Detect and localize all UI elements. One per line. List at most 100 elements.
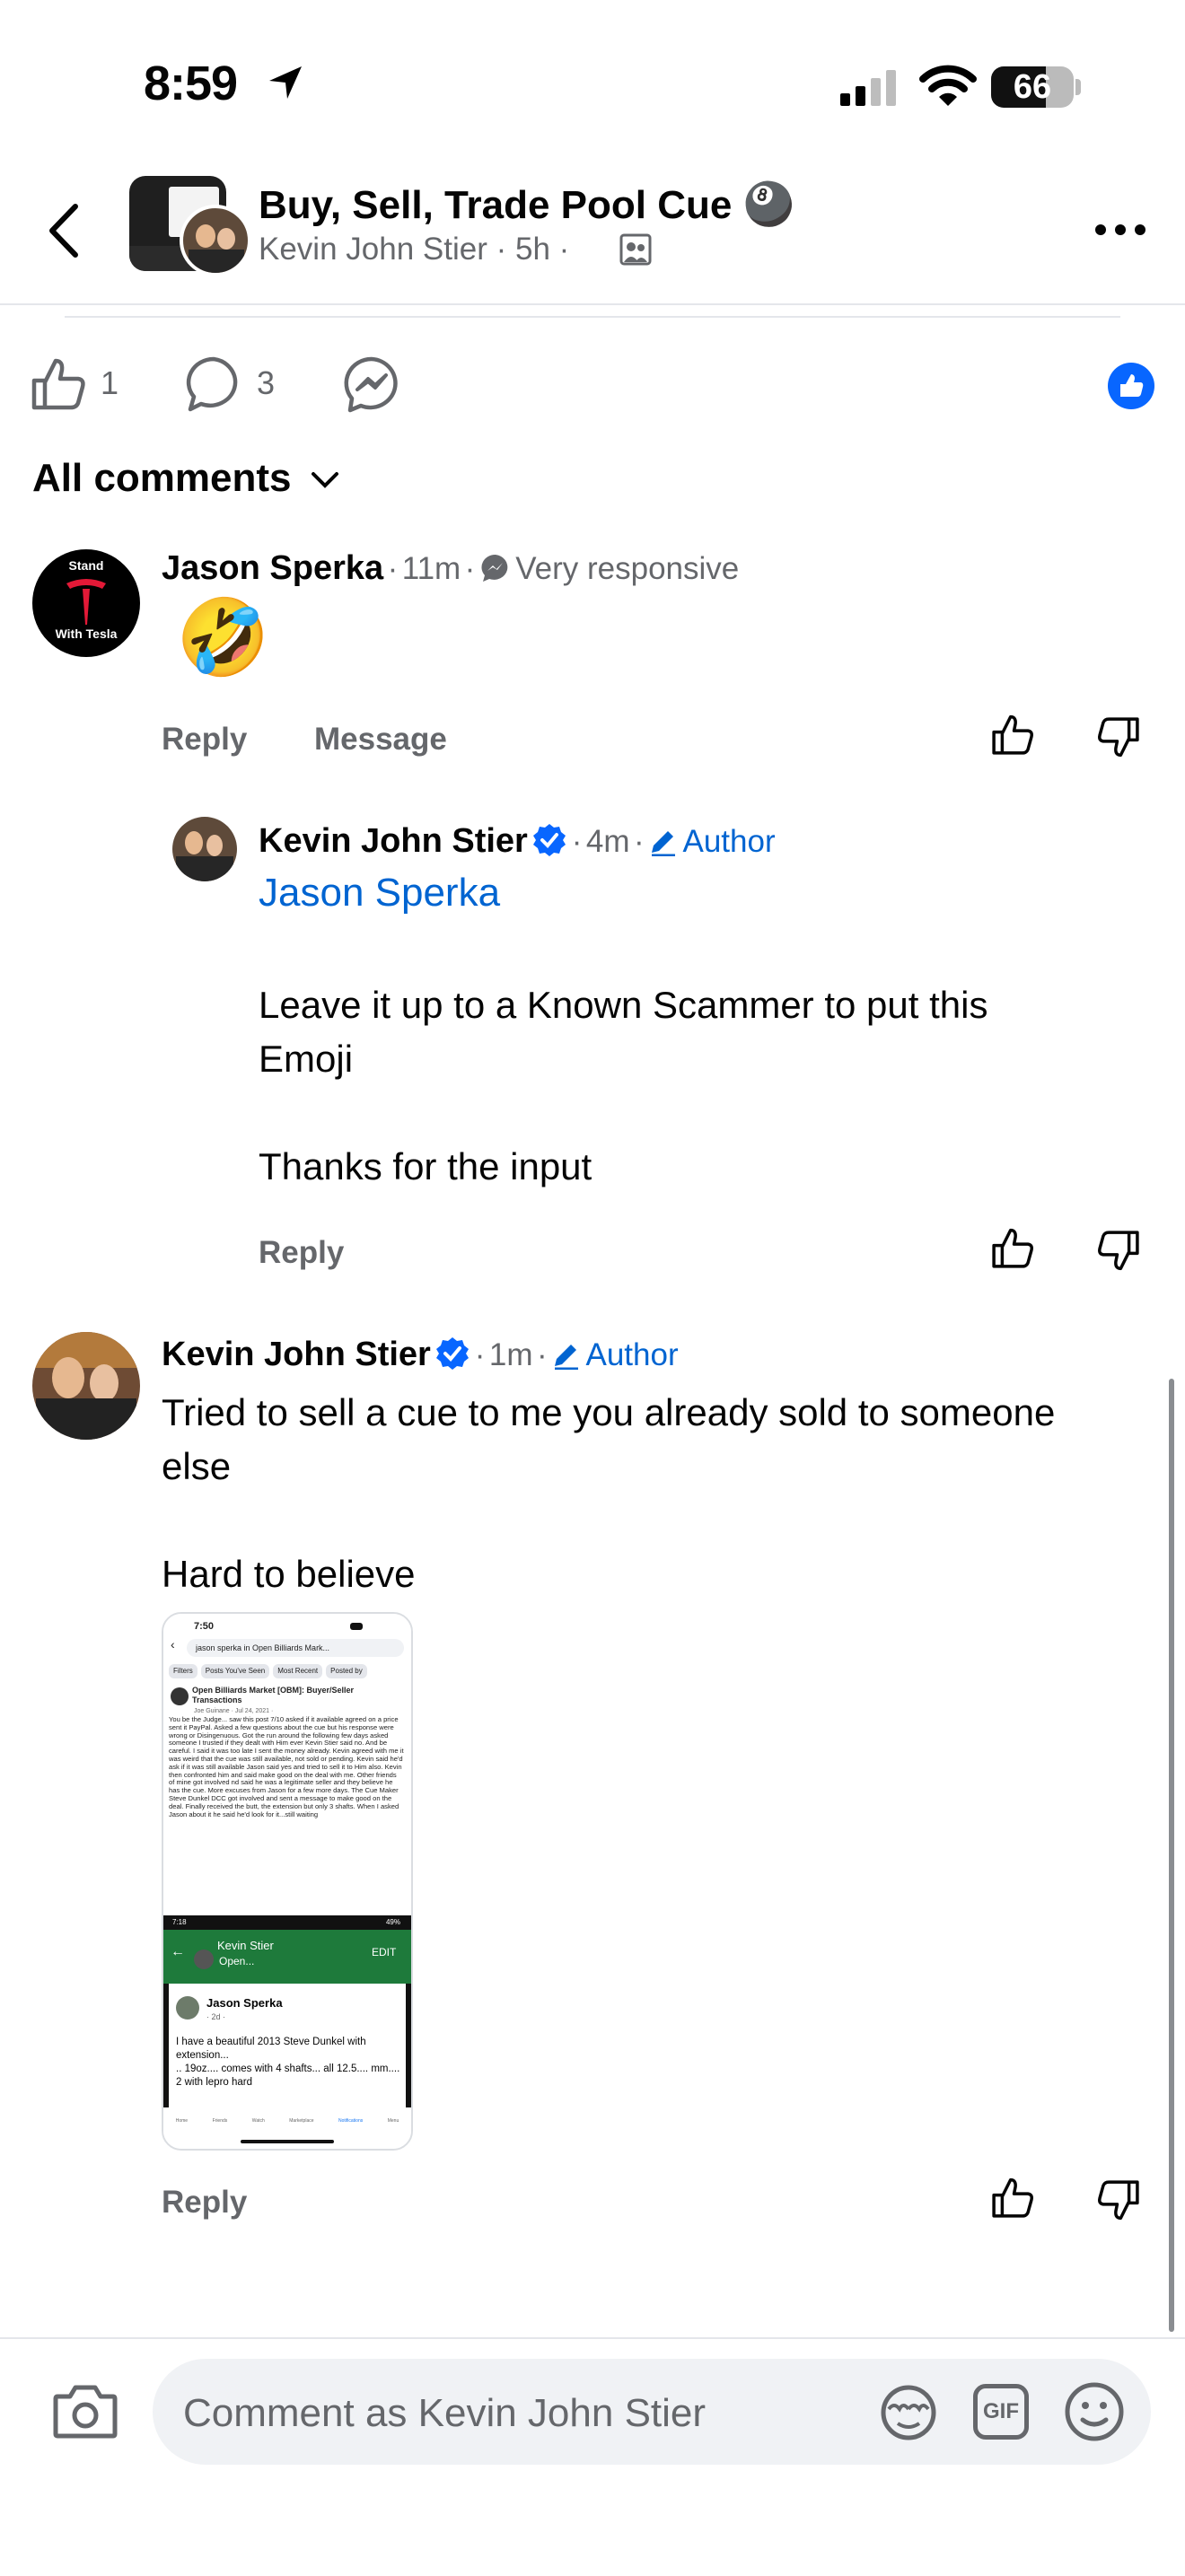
like-reaction-icon xyxy=(1120,374,1144,397)
thumb-inner-avatar xyxy=(194,1950,214,1969)
post-divider xyxy=(65,316,1120,318)
thumb-back-icon: ‹ xyxy=(171,1637,175,1652)
pencil-icon xyxy=(652,831,676,857)
battery-indicator: 66 xyxy=(991,66,1074,108)
like-reaction-badge[interactable] xyxy=(1108,363,1154,409)
thumb-inner-poster-avatar xyxy=(176,1996,199,2020)
more-options-icon[interactable] xyxy=(1093,219,1147,241)
mention-link[interactable]: Jason Sperka xyxy=(259,871,500,916)
thumb-chips: Filters Posts You've Seen Most Recent Po… xyxy=(169,1664,411,1678)
group-title[interactable]: Buy, Sell, Trade Pool Cue 🎱 xyxy=(259,180,794,229)
comment-like-icon[interactable] xyxy=(991,713,1034,756)
separator: · xyxy=(496,232,507,267)
post-author[interactable]: Kevin John Stier xyxy=(259,232,487,267)
laughing-emoji: 🤣 xyxy=(176,595,270,679)
wifi-icon xyxy=(919,65,977,106)
separator: · xyxy=(464,551,476,586)
reply-time: 4m xyxy=(585,824,630,859)
cellular-signal-icon xyxy=(840,70,896,106)
verified-badge-icon xyxy=(533,824,566,856)
pool-ball-icon: 🎱 xyxy=(742,180,794,227)
avatar-sticker-icon[interactable] xyxy=(876,2382,941,2441)
screenshot-attachment[interactable]: 7:50 ‹ jason sperka in Open Billiards Ma… xyxy=(162,1612,413,2151)
reply-button[interactable]: Reply xyxy=(162,2185,247,2221)
location-arrow-icon xyxy=(269,66,302,99)
post-age: 5h xyxy=(515,232,550,267)
reply-header: Kevin John Stier · 4m · Author xyxy=(259,822,776,861)
camera-icon[interactable] xyxy=(52,2382,118,2440)
jason-sperka-avatar[interactable]: Stand With Tesla xyxy=(32,549,140,657)
all-comments-label: All comments xyxy=(32,456,292,500)
battery-level: 66 xyxy=(1013,68,1052,106)
author-label: Author xyxy=(585,1337,679,1372)
thumb-inner-sub: Open... xyxy=(219,1955,255,1967)
separator: · xyxy=(571,824,583,859)
group-title-text: Buy, Sell, Trade Pool Cue xyxy=(259,183,733,227)
thumb-group-name: Open Billiards Market [OBM]: Buyer/Selle… xyxy=(192,1686,355,1704)
comment-dislike-icon[interactable] xyxy=(1097,1230,1140,1273)
comment-header: Jason Sperka · 11m · Very responsive xyxy=(162,549,739,588)
author-label: Author xyxy=(682,824,776,859)
like-icon[interactable] xyxy=(31,355,86,411)
messenger-badge-icon xyxy=(481,554,508,582)
comment-placeholder: Comment as Kevin John Stier xyxy=(183,2391,707,2435)
comment-text: Tried to sell a cue to me you already so… xyxy=(162,1391,1056,1595)
author-avatar[interactable] xyxy=(180,205,251,276)
responsive-badge: Very responsive xyxy=(515,551,740,586)
comment-dislike-icon[interactable] xyxy=(1097,716,1140,759)
comment-time: 11m xyxy=(401,551,461,586)
scrollbar[interactable] xyxy=(1169,1379,1174,2332)
separator: · xyxy=(387,551,399,586)
commenter-name[interactable]: Kevin John Stier xyxy=(162,1336,431,1373)
thumb-poster: Joe Guinane · Jul 24, 2021 · xyxy=(194,1708,274,1714)
separator: · xyxy=(558,232,570,267)
thumb-inner-status: 7:18 49% xyxy=(163,1915,411,1930)
comment-header: Kevin John Stier · 1m · Author xyxy=(162,1336,679,1374)
comment-like-icon[interactable] xyxy=(991,2176,1034,2219)
reply-button[interactable]: Reply xyxy=(259,1235,344,1271)
message-button[interactable]: Message xyxy=(314,722,447,758)
comment-dislike-icon[interactable] xyxy=(1097,2179,1140,2222)
back-arrow-icon[interactable] xyxy=(47,203,83,258)
pencil-icon xyxy=(555,1345,579,1371)
thumb-group-avatar xyxy=(171,1687,189,1705)
thumb-green-bar: ← Kevin Stier Open... EDIT xyxy=(163,1930,411,1984)
avatar-text-bottom: With Tesla xyxy=(55,626,118,641)
thumb-inner-title: Kevin Stier xyxy=(217,1939,274,1952)
kevin-avatar-reply[interactable] xyxy=(172,817,237,881)
reply-text: Leave it up to a Known Scammer to put th… xyxy=(259,984,988,1187)
reply-author-name[interactable]: Kevin John Stier xyxy=(259,822,528,860)
thumb-inner-back-icon: ← xyxy=(171,1944,185,1959)
comment-count: 3 xyxy=(257,364,276,401)
all-comments-filter[interactable]: All comments xyxy=(32,456,340,501)
thumb-time: 7:50 xyxy=(194,1621,215,1632)
thumb-post-text: You be the Judge... saw this post 7/10 a… xyxy=(169,1716,404,1818)
thumb-inner-meta: · 2d · xyxy=(206,2012,226,2021)
thumb-inner-edit: EDIT xyxy=(372,1946,397,1958)
reply-button[interactable]: Reply xyxy=(162,722,247,758)
kevin-avatar[interactable] xyxy=(32,1332,140,1440)
comment-like-icon[interactable] xyxy=(991,1226,1034,1269)
separator: · xyxy=(633,824,645,859)
like-count: 1 xyxy=(101,364,119,401)
comment-icon[interactable] xyxy=(185,355,242,413)
chevron-down-icon xyxy=(311,472,338,489)
separator: · xyxy=(536,1337,548,1372)
commenter-name[interactable]: Jason Sperka xyxy=(162,549,383,587)
gif-button[interactable]: GIF xyxy=(973,2384,1029,2440)
tesla-logo-icon xyxy=(66,579,106,625)
thumb-home-indicator xyxy=(241,2140,334,2143)
verified-badge-icon xyxy=(436,1337,470,1370)
comment-time: 1m xyxy=(488,1337,533,1372)
emoji-icon[interactable] xyxy=(1063,2380,1126,2443)
status-time: 8:59 xyxy=(144,57,238,110)
thumb-battery xyxy=(350,1623,363,1630)
avatar-text-top: Stand xyxy=(68,558,104,573)
battery-cap xyxy=(1075,79,1081,95)
group-members-icon xyxy=(619,233,652,266)
messenger-share-icon[interactable] xyxy=(343,355,400,413)
thumb-inner-text: I have a beautiful 2013 Steve Dunkel wit… xyxy=(176,2037,400,2088)
separator: · xyxy=(474,1337,486,1372)
thumb-inner-poster: Jason Sperka xyxy=(206,1996,283,2010)
post-subtitle: Kevin John Stier · 5h · xyxy=(259,232,569,267)
